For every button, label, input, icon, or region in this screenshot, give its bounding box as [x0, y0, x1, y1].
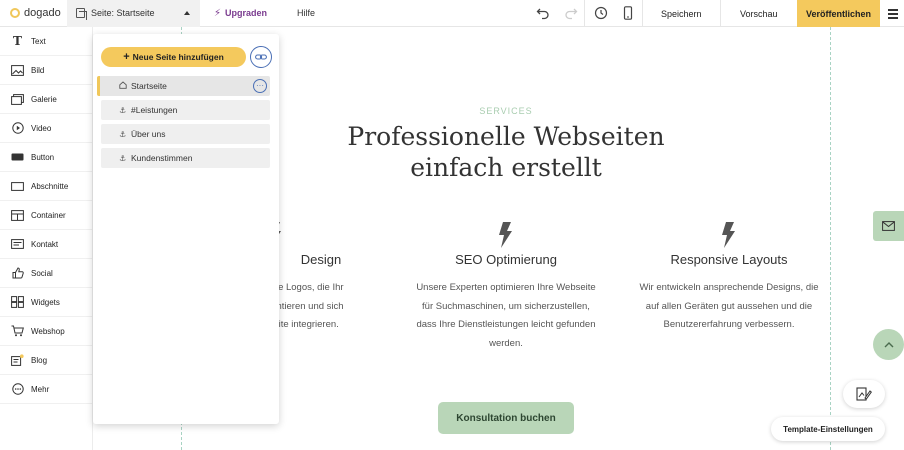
- page-row-label: Startseite: [131, 81, 167, 91]
- sidebar-item-label: Text: [31, 36, 46, 46]
- toolbar-divider: [720, 0, 721, 27]
- hamburger-menu-icon[interactable]: [888, 9, 898, 21]
- element-sidebar: T Text Bild Galerie Video Button Abschni…: [0, 27, 93, 450]
- sidebar-item-label: Mehr: [31, 384, 50, 394]
- gallery-icon: [11, 93, 24, 105]
- more-icon: [11, 383, 24, 395]
- section-eyebrow[interactable]: SERVICES: [404, 106, 608, 116]
- sidebar-item-text[interactable]: T Text: [0, 27, 92, 56]
- sidebar-item-label: Button: [31, 152, 55, 162]
- publish-button[interactable]: Veröffentlichen: [797, 0, 880, 27]
- sidebar-item-container[interactable]: Container: [0, 201, 92, 230]
- page-selector[interactable]: Seite: Startseite: [67, 0, 200, 27]
- sidebar-item-blog[interactable]: Blog: [0, 346, 92, 375]
- feature-text: Unsere Experten optimieren Ihre Webseite…: [416, 282, 596, 349]
- anchor-icon: ⚓: [119, 105, 127, 115]
- feature-seo[interactable]: SEO Optimierung Unsere Experten optimier…: [402, 222, 610, 353]
- contact-icon: [11, 239, 24, 250]
- sidebar-item-widgets[interactable]: Widgets: [0, 288, 92, 317]
- headline-line-1: Professionelle Webseiten: [347, 122, 665, 151]
- image-icon: [11, 64, 24, 76]
- toolbar-divider: [642, 0, 643, 27]
- social-icon: [11, 267, 24, 279]
- button-icon: [11, 152, 24, 163]
- page-row-kundenstimmen[interactable]: ⚓ Kundenstimmen: [101, 148, 270, 168]
- section-headline[interactable]: Professionelle Webseiten einfach erstell…: [318, 121, 694, 183]
- sidebar-item-gallery[interactable]: Galerie: [0, 85, 92, 114]
- container-icon: [11, 209, 24, 221]
- design-edit-icon[interactable]: [843, 380, 885, 408]
- cart-icon: [11, 325, 24, 337]
- sidebar-item-sections[interactable]: Abschnitte: [0, 172, 92, 201]
- save-button[interactable]: Speichern: [661, 9, 702, 19]
- sidebar-item-button[interactable]: Button: [0, 143, 92, 172]
- add-page-label: Neue Seite hinzufügen: [132, 52, 224, 62]
- section-icon: [11, 181, 24, 192]
- template-settings-button[interactable]: Template-Einstellungen: [771, 417, 885, 441]
- logo-mark-icon: [10, 8, 20, 18]
- sidebar-item-webshop[interactable]: Webshop: [0, 317, 92, 346]
- bolt-icon: ⚡: [214, 7, 222, 19]
- toolbar-divider: [584, 0, 585, 27]
- bolt-icon: [626, 222, 832, 248]
- sidebar-item-label: Galerie: [31, 94, 57, 104]
- sidebar-item-video[interactable]: Video: [0, 114, 92, 143]
- mobile-preview-icon[interactable]: [621, 6, 635, 20]
- page-row-startseite[interactable]: Startseite ···: [97, 76, 270, 96]
- plus-icon: +: [123, 51, 130, 63]
- mail-icon[interactable]: [873, 211, 904, 241]
- sidebar-item-contact[interactable]: Kontakt: [0, 230, 92, 259]
- upgrade-button[interactable]: ⚡ Upgraden: [214, 8, 267, 19]
- page-row-label: #Leistungen: [131, 105, 178, 115]
- logo-text: dogado: [24, 7, 61, 19]
- sidebar-item-label: Bild: [31, 65, 45, 75]
- sidebar-item-more[interactable]: Mehr: [0, 375, 92, 404]
- scroll-to-top-icon[interactable]: [873, 329, 904, 360]
- sidebar-item-label: Kontakt: [31, 239, 59, 249]
- link-icon[interactable]: [250, 46, 272, 68]
- feature-title: SEO Optimierung: [455, 252, 557, 267]
- feature-title: Responsive Layouts: [670, 252, 788, 267]
- more-options-icon[interactable]: ···: [253, 79, 267, 93]
- page-row-label: Kundenstimmen: [131, 153, 193, 163]
- anchor-icon: ⚓: [119, 153, 127, 163]
- book-consultation-button[interactable]: Konsultation buchen: [438, 402, 574, 434]
- history-icon[interactable]: [594, 6, 608, 20]
- upgrade-label: Upgraden: [225, 8, 268, 18]
- home-icon: [119, 81, 128, 91]
- sidebar-item-label: Social: [31, 268, 53, 278]
- blog-icon: [11, 354, 24, 366]
- caret-up-icon: [184, 11, 190, 15]
- help-link[interactable]: Hilfe: [297, 8, 315, 18]
- bolt-icon: [402, 222, 610, 248]
- page-row-ueber-uns[interactable]: ⚓ Über uns: [101, 124, 270, 144]
- logo[interactable]: dogado: [0, 0, 67, 27]
- redo-icon[interactable]: [564, 6, 578, 20]
- pages-dropdown-panel: + Neue Seite hinzufügen Startseite ··· ⚓…: [93, 34, 279, 424]
- sidebar-item-label: Abschnitte: [31, 181, 69, 191]
- sidebar-item-social[interactable]: Social: [0, 259, 92, 288]
- sidebar-item-label: Webshop: [31, 326, 65, 336]
- preview-button[interactable]: Vorschau: [740, 9, 778, 19]
- video-icon: [11, 122, 24, 134]
- feature-text: Wir entwickeln ansprechende Designs, die…: [639, 282, 819, 330]
- headline-line-2: einfach erstellt: [410, 153, 602, 182]
- page-row-label: Über uns: [131, 129, 166, 139]
- text-icon: T: [13, 34, 22, 48]
- page-row-leistungen[interactable]: ⚓ #Leistungen: [101, 100, 270, 120]
- feature-responsive[interactable]: Responsive Layouts Wir entwickeln anspre…: [626, 222, 832, 335]
- sidebar-item-label: Container: [31, 210, 66, 220]
- add-page-button[interactable]: + Neue Seite hinzufügen: [101, 47, 246, 67]
- sidebar-item-label: Blog: [31, 355, 48, 365]
- page-selector-label: Seite: Startseite: [91, 8, 155, 18]
- sidebar-item-image[interactable]: Bild: [0, 56, 92, 85]
- anchor-icon: ⚓: [119, 129, 127, 139]
- undo-icon[interactable]: [536, 6, 550, 20]
- widgets-icon: [11, 296, 24, 308]
- pages-icon: [76, 8, 87, 20]
- sidebar-item-label: Widgets: [31, 297, 60, 307]
- sidebar-item-label: Video: [31, 123, 52, 133]
